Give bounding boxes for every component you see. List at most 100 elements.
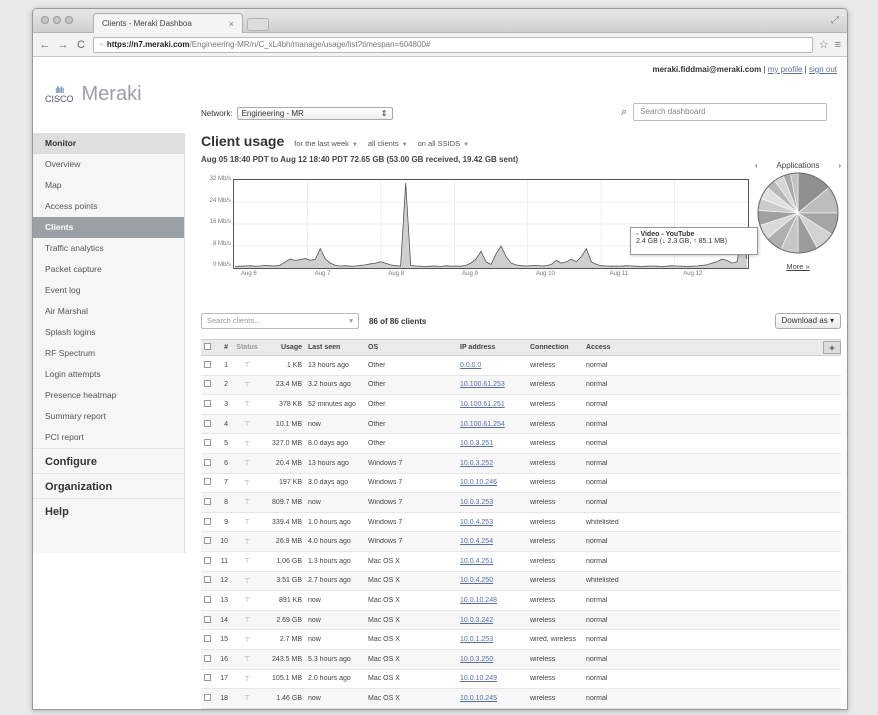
table-row[interactable]: 9 ⊤ 339.4 MB 1.0 hours ago Windows 7 10.0.4.2…	[201, 513, 841, 533]
row-checkbox[interactable]	[201, 674, 215, 683]
add-column-button[interactable]: +	[823, 341, 841, 354]
search-clients-input[interactable]: Search clients... ▾	[201, 313, 359, 329]
row-ip-link[interactable]: 10.0.4.254	[457, 538, 527, 545]
row-checkbox[interactable]	[201, 595, 215, 605]
download-button[interactable]: Download as ▾	[774, 313, 841, 329]
table-row[interactable]: 15 ⊤ 2.7 MB now Mac OS X 10.0.1.253 wired, wir…	[201, 630, 841, 650]
row-ip-link[interactable]: 10.0.10.249	[457, 675, 527, 682]
table-row[interactable]: 14 ⊤ 2.69 GB now Mac OS X 10.0.3.242 wireless n…	[201, 610, 841, 631]
row-ip-link[interactable]: 10.0.4.253	[457, 519, 527, 526]
row-ip-link[interactable]: 10.0.10.248	[457, 597, 527, 604]
table-row[interactable]: 19⊤183 MB2.8 hours agoMac OS X10.0.3.254…	[201, 709, 841, 710]
browser-tab[interactable]: Clients - Meraki Dashboa ×	[93, 13, 243, 33]
sidebar-item-splash-logins[interactable]: Splash logins	[33, 322, 184, 343]
row-ip-link[interactable]: 10.0.1.253	[457, 636, 527, 643]
cisco-meraki-logo[interactable]: ıllıllı CISCO Meraki	[45, 83, 142, 106]
row-checkbox[interactable]	[201, 635, 215, 644]
table-row[interactable]: 3 ⊤ 378 KB 52 minutes ago Other 10.100.61.251…	[201, 395, 841, 415]
table-row[interactable]: 18 ⊤ 1.46 GB now Mac OS X 10.0.10.245 wireless…	[201, 689, 841, 709]
address-bar[interactable]: ▫ https://n7.meraki.com/Engineering-MR/n…	[93, 36, 813, 53]
maximize-window-button[interactable]	[65, 16, 73, 24]
more-link[interactable]: More »	[755, 262, 841, 271]
row-ip-link[interactable]: 10.100.61.254	[457, 421, 527, 428]
chart-plot-area[interactable]	[233, 179, 749, 269]
sidebar-item-pci-report[interactable]: PCI report	[33, 427, 184, 448]
sidebar-item-login-attempts[interactable]: Login attempts	[33, 364, 184, 385]
row-checkbox[interactable]	[201, 537, 215, 546]
row-checkbox[interactable]	[201, 478, 215, 487]
row-ip-link[interactable]: 10.100.61.253	[457, 381, 527, 388]
sidebar-item-packet-capture[interactable]: Packet capture	[33, 259, 184, 280]
row-checkbox[interactable]	[201, 654, 215, 664]
fullscreen-icon[interactable]: ⤢	[831, 15, 839, 26]
col-usage[interactable]: Usage	[263, 344, 305, 351]
search-input[interactable]: Search dashboard	[633, 103, 828, 121]
row-ip-link[interactable]: 10.0.3.253	[457, 499, 527, 506]
row-checkbox[interactable]	[201, 458, 215, 468]
reload-button[interactable]: C	[75, 39, 87, 51]
row-checkbox[interactable]	[201, 399, 215, 409]
row-checkbox[interactable]	[201, 517, 215, 527]
chevron-left-icon[interactable]: ‹	[755, 161, 758, 170]
table-row[interactable]: 7 ⊤ 197 KB 3.0 days ago Windows 7 10.0.10.246…	[201, 474, 841, 494]
row-ip-link[interactable]: 10.100.61.251	[457, 401, 527, 408]
row-ip-link[interactable]: 10.0.4.251	[457, 558, 527, 565]
ssid-filter[interactable]: on all SSIDS ▼	[418, 139, 469, 148]
table-row[interactable]: 10 ⊤ 26.9 MB 4.0 hours ago Windows 7 10.0.4.2…	[201, 532, 841, 552]
row-checkbox[interactable]	[201, 360, 215, 370]
row-checkbox[interactable]	[201, 439, 215, 448]
row-checkbox[interactable]	[201, 576, 215, 585]
row-ip-link[interactable]: 10.0.3.252	[457, 460, 527, 467]
my-profile-link[interactable]: my profile	[768, 65, 803, 74]
col-number[interactable]: #	[215, 344, 231, 351]
row-checkbox[interactable]	[201, 556, 215, 566]
row-checkbox[interactable]	[201, 693, 215, 703]
row-ip-link[interactable]: 0.0.0.0	[457, 362, 527, 369]
row-ip-link[interactable]: 10.0.10.245	[457, 695, 527, 702]
col-ip[interactable]: IP address	[457, 344, 527, 351]
sidebar-section-configure[interactable]: Configure	[33, 448, 184, 473]
bookmark-star-icon[interactable]: ☆	[819, 38, 829, 51]
sidebar-item-overview[interactable]: Overview	[33, 154, 184, 175]
sidebar-item-monitor[interactable]: Monitor	[33, 133, 184, 154]
col-access[interactable]: Access	[583, 344, 643, 351]
table-row[interactable]: 4 ⊤ 10.1 MB now Other 10.100.61.254 wireless no…	[201, 414, 841, 435]
row-ip-link[interactable]: 10.0.4.250	[457, 577, 527, 584]
forward-button[interactable]: →	[57, 39, 69, 51]
close-window-button[interactable]	[41, 16, 49, 24]
clients-filter[interactable]: all clients ▼	[368, 139, 408, 148]
network-dropdown[interactable]: Engineering - MR ⇕	[236, 107, 393, 120]
table-row[interactable]: 5 ⊤ 327.0 MB 8.0 days ago Other 10.0.3.251 wir…	[201, 434, 841, 454]
sidebar-section-organization[interactable]: Organization	[33, 473, 184, 498]
sign-out-link[interactable]: sign out	[809, 65, 837, 74]
chevron-right-icon[interactable]: ›	[838, 161, 841, 170]
row-ip-link[interactable]: 10.0.3.242	[457, 617, 527, 624]
row-ip-link[interactable]: 10.0.3.251	[457, 440, 527, 447]
sidebar-item-map[interactable]: Map	[33, 175, 184, 196]
col-os[interactable]: OS	[365, 344, 457, 351]
table-row[interactable]: 2 ⊤ 23.4 MB 3.2 hours ago Other 10.100.61.253…	[201, 375, 841, 396]
table-row[interactable]: 16 ⊤ 243.5 MB 5.3 hours ago Mac OS X 10.0.3.2…	[201, 649, 841, 670]
applications-pie-chart[interactable]	[755, 170, 841, 256]
row-checkbox[interactable]	[201, 497, 215, 507]
minimize-window-button[interactable]	[53, 16, 61, 24]
timespan-filter[interactable]: for the last week ▼	[294, 139, 358, 148]
col-connection[interactable]: Connection	[527, 344, 583, 351]
col-last-seen[interactable]: Last seen	[305, 344, 365, 351]
sidebar-item-event-log[interactable]: Event log	[33, 280, 184, 301]
table-row[interactable]: 1 ⊤ 1 KB 13 hours ago Other 0.0.0.0 wireless no…	[201, 356, 841, 376]
close-tab-icon[interactable]: ×	[229, 19, 234, 29]
select-all-checkbox[interactable]	[204, 343, 211, 350]
col-status[interactable]: Status	[231, 344, 263, 351]
menu-icon[interactable]: ≡	[835, 39, 841, 51]
row-ip-link[interactable]: 10.0.3.250	[457, 656, 527, 663]
sidebar-item-air-marshal[interactable]: Air Marshal	[33, 301, 184, 322]
table-row[interactable]: 17 ⊤ 105.1 MB 2.0 hours ago Mac OS X 10.0.10.…	[201, 670, 841, 690]
sidebar-item-summary-report[interactable]: Summary report	[33, 406, 184, 427]
table-row[interactable]: 11 ⊤ 1.06 GB 1.3 hours ago Mac OS X 10.0.4.25…	[201, 552, 841, 572]
sidebar-item-presence-heatmap[interactable]: Presence heatmap	[33, 385, 184, 406]
sidebar-item-clients[interactable]: Clients	[33, 217, 184, 238]
table-row[interactable]: 8 ⊤ 809.7 MB now Windows 7 10.0.3.253 wireless…	[201, 493, 841, 513]
row-ip-link[interactable]: 10.0.10.246	[457, 479, 527, 486]
sidebar-item-rf-spectrum[interactable]: RF Spectrum	[33, 343, 184, 364]
